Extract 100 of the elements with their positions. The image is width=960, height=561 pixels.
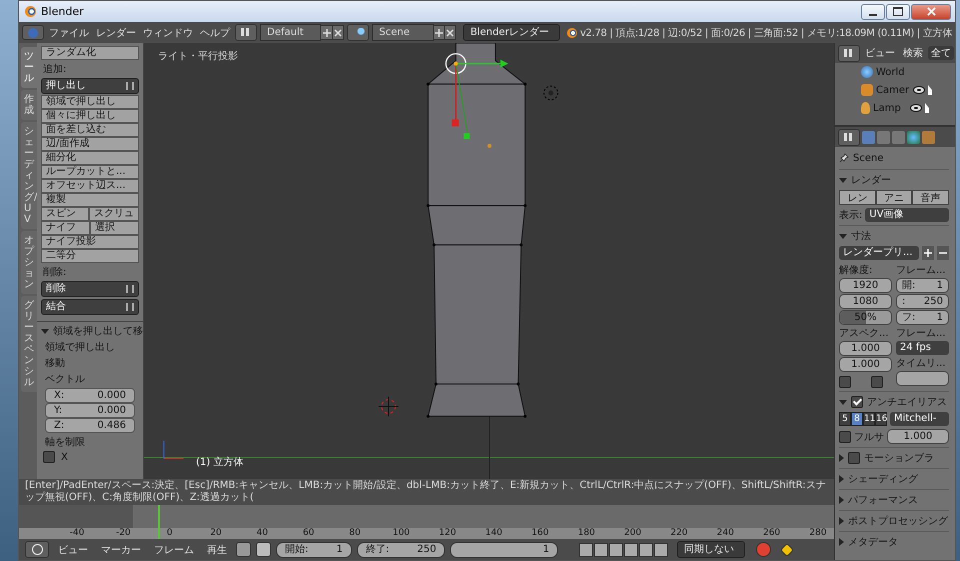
display-label: 表示: [839, 208, 862, 222]
tool-button[interactable]: ナイフ投影 [41, 235, 139, 249]
panel-header[interactable]: メタデータ [839, 531, 949, 549]
checkbox[interactable] [839, 430, 851, 442]
tool-button[interactable]: 細分化 [41, 151, 139, 165]
menu-item[interactable]: 検索 [900, 46, 926, 60]
filter-dropdown[interactable]: 全て [928, 46, 954, 60]
frame-field[interactable]: 開: 1 [896, 278, 949, 293]
render-engine-dropdown[interactable]: Blenderレンダー [463, 24, 560, 41]
filter-size-field[interactable]: 1.000 [887, 429, 949, 444]
scene-field[interactable]: Scene [372, 24, 434, 41]
number-field[interactable]: X: 0.000 [45, 388, 135, 403]
panel-header[interactable]: ポストプロセッシング [839, 510, 949, 528]
pin-icon[interactable] [839, 153, 849, 163]
frame-tick-label: 20 [209, 528, 223, 538]
menu-item[interactable]: ビュー [54, 542, 92, 556]
record-icon[interactable] [756, 542, 772, 557]
end-frame-field[interactable]: 終了: 250 [356, 542, 446, 558]
clock-icon[interactable] [25, 541, 49, 558]
filter-dropdown[interactable]: Mitchell- [890, 412, 949, 426]
resolution-x-field[interactable]: 1920 [839, 278, 892, 293]
panel-header[interactable]: レンダー [839, 169, 949, 187]
render-button[interactable]: アニ [876, 190, 912, 205]
tool-tab[interactable]: オプション [21, 231, 37, 294]
time-remap-field[interactable] [896, 371, 949, 386]
panel-header[interactable]: アンチエイリアス [839, 391, 949, 409]
panel-header[interactable]: パフォーマンス [839, 489, 949, 507]
tool-button[interactable]: 辺/面作成 [41, 137, 139, 151]
sync-dropdown[interactable]: 同期しない [677, 541, 746, 558]
checkbox[interactable] [848, 452, 860, 464]
tool-tab[interactable]: グリースペンシル [21, 296, 37, 392]
playback-controls[interactable] [579, 542, 668, 556]
number-field[interactable]: Z: 0.486 [45, 418, 135, 433]
dropdown[interactable]: 押し出し [41, 78, 139, 94]
frame-rate-dropdown[interactable]: 24 fps [896, 341, 949, 355]
frame-tick-label: 40 [256, 528, 269, 538]
tool-button[interactable]: 領域で押し出し [41, 95, 139, 109]
minimize-button[interactable] [861, 4, 885, 20]
tool-button[interactable]: 選択 [90, 221, 139, 235]
dropdown[interactable]: 削除 [41, 281, 139, 297]
menu-item[interactable]: レンダー [94, 26, 138, 40]
tool-button[interactable]: オフセット辺ス... [41, 179, 139, 193]
menu-item[interactable]: ウィンドウ [141, 26, 195, 40]
checkbox[interactable] [43, 451, 55, 463]
tool-button[interactable]: ループカットと... [41, 165, 139, 179]
menu-item[interactable]: ファイル [47, 26, 91, 40]
eye-icon[interactable] [910, 104, 922, 112]
number-field[interactable]: Y: 0.000 [45, 403, 135, 418]
add-icon[interactable] [922, 246, 934, 260]
aspect-field[interactable]: 1.000 [839, 357, 892, 372]
frame-field[interactable]: フ: 1 [896, 310, 949, 325]
close-icon[interactable] [332, 25, 344, 40]
tool-button[interactable]: 面を差し込む [41, 123, 139, 137]
tool-button[interactable]: ランダム化 [41, 46, 139, 60]
render-button[interactable]: 音声 [912, 190, 950, 205]
tool-button[interactable]: 複製 [41, 193, 139, 207]
resolution-y-field[interactable]: 1080 [839, 294, 892, 309]
eye-icon[interactable] [913, 86, 925, 94]
sample-count-button[interactable]: 5 [839, 412, 851, 426]
dropdown[interactable]: 結合 [41, 299, 139, 315]
add-icon[interactable] [320, 25, 333, 40]
close-icon [926, 7, 936, 16]
close-icon[interactable] [444, 25, 456, 40]
remove-icon[interactable] [937, 246, 949, 260]
tool-button[interactable]: スピン [41, 207, 89, 221]
current-frame-field[interactable]: 1 [450, 542, 558, 558]
tool-tab[interactable]: ツール [21, 47, 37, 88]
checkbox[interactable] [851, 396, 863, 408]
tool-button[interactable]: ナイフ [41, 221, 90, 235]
aspect-field[interactable]: 1.000 [839, 341, 892, 356]
menu-item[interactable]: マーカー [97, 542, 145, 556]
tool-button[interactable]: スクリュ [89, 207, 139, 221]
panel-title: レンダー [851, 174, 891, 187]
panel-header[interactable]: 寸法 [839, 225, 949, 243]
sample-count-button[interactable]: 11 [863, 412, 875, 426]
section-label: 追加: [42, 62, 68, 77]
layout-field[interactable]: Default [260, 24, 322, 41]
menu-item[interactable]: ビュー [862, 46, 898, 60]
panel-header[interactable]: シェーディング [839, 468, 949, 486]
menu-item[interactable]: 再生 [203, 542, 231, 556]
start-frame-field[interactable]: 開始: 1 [276, 542, 352, 558]
add-icon[interactable] [432, 25, 445, 40]
maximize-button[interactable] [886, 4, 910, 20]
display-dropdown[interactable]: UV画像 [865, 208, 949, 222]
panel-header[interactable]: モーションブラ [839, 447, 949, 465]
menu-item[interactable]: フレーム [150, 542, 198, 556]
sample-count-button[interactable]: 8 [851, 412, 863, 426]
render-button[interactable]: レン [839, 190, 876, 205]
preset-dropdown[interactable]: レンダープリ... [839, 246, 919, 260]
world-tab-icon[interactable] [907, 130, 920, 144]
sample-count-button[interactable]: 16 [875, 412, 887, 426]
close-button[interactable] [911, 4, 951, 20]
checkbox[interactable] [839, 376, 851, 388]
menu-item[interactable]: ヘルプ [198, 26, 232, 40]
tool-tab[interactable]: シェーディング/UV [21, 122, 37, 229]
tool-button[interactable]: 二等分 [41, 249, 139, 263]
tool-button[interactable]: 個々に押し出し [41, 109, 139, 123]
frame-field[interactable]: : 250 [896, 294, 949, 309]
tool-tab[interactable]: 作成 [21, 90, 37, 120]
checkbox[interactable] [871, 376, 883, 388]
